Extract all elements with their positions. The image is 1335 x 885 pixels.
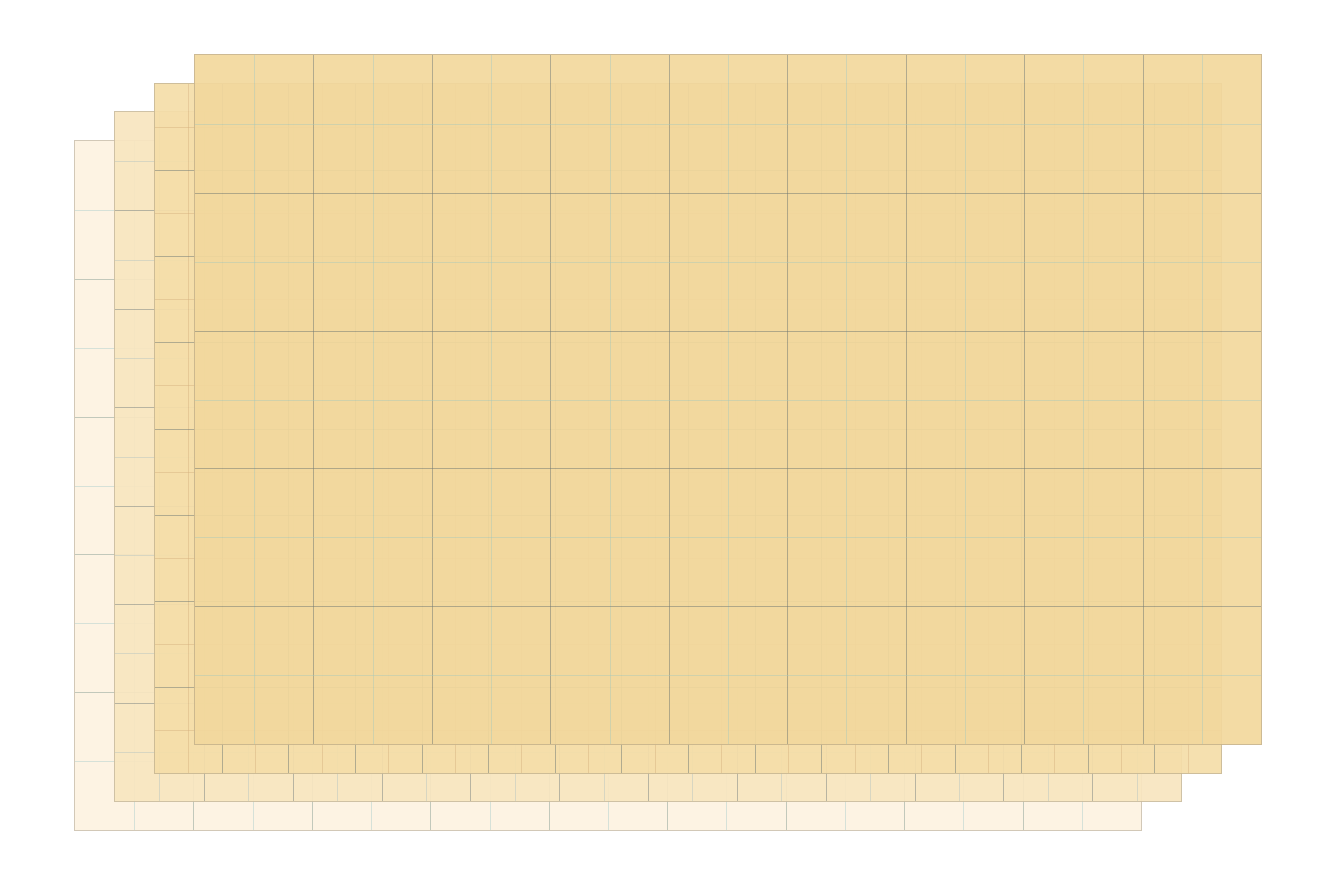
- grid-line-horizontal: [195, 606, 1261, 607]
- grid-line-horizontal: [195, 193, 1261, 194]
- grid-line-horizontal: [195, 262, 1261, 263]
- grid-line-horizontal: [195, 331, 1261, 332]
- grid-line-horizontal: [195, 537, 1261, 538]
- grid-line-horizontal: [195, 675, 1261, 676]
- grid-line-horizontal: [195, 124, 1261, 125]
- layered-grid-sheets-canvas: [0, 0, 1335, 885]
- grid-line-horizontal: [195, 468, 1261, 469]
- sheet-front: [194, 54, 1262, 745]
- grid-line-horizontal: [195, 400, 1261, 401]
